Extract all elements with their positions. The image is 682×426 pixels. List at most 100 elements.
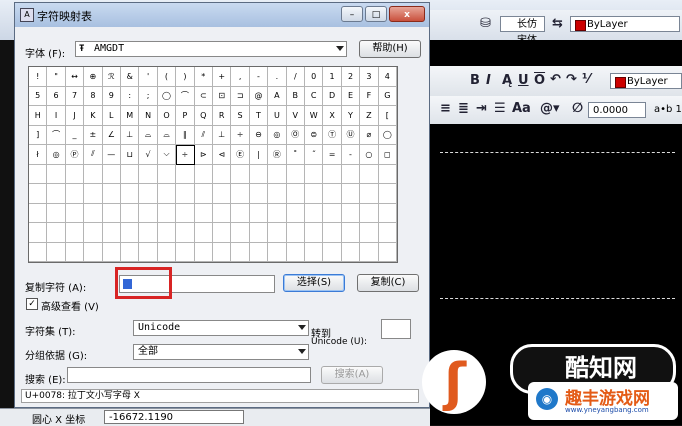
char-cell[interactable]: R <box>212 106 232 126</box>
font-combo[interactable]: 长仿宋体 <box>500 16 545 46</box>
char-cell[interactable] <box>65 164 85 184</box>
char-cell[interactable] <box>157 242 177 262</box>
char-cell[interactable]: * <box>194 67 213 87</box>
char-cell[interactable] <box>84 184 103 204</box>
char-cell[interactable]: [ <box>378 106 397 126</box>
char-cell[interactable]: ⊡ <box>212 86 232 106</box>
char-cell[interactable]: ◎ <box>47 145 66 165</box>
char-cell[interactable]: ℛ <box>102 67 121 87</box>
char-cell[interactable]: Ⓔ <box>231 145 250 165</box>
char-cell[interactable] <box>84 164 103 184</box>
char-cell[interactable]: E <box>341 86 361 106</box>
char-cell[interactable]: Y <box>341 106 361 126</box>
char-cell[interactable]: V <box>286 106 305 126</box>
char-cell[interactable] <box>212 164 232 184</box>
char-cell[interactable]: I <box>47 106 66 126</box>
char-cell[interactable] <box>102 242 121 262</box>
char-cell[interactable] <box>102 203 121 223</box>
char-cell[interactable] <box>249 164 269 184</box>
char-cell[interactable] <box>120 203 140 223</box>
char-cell[interactable]: + <box>212 67 232 87</box>
char-cell[interactable]: ⊐ <box>231 86 250 106</box>
char-cell[interactable] <box>286 203 305 223</box>
char-cell[interactable] <box>341 203 361 223</box>
help-button[interactable]: 帮助(H) <box>359 40 421 58</box>
char-cell[interactable] <box>286 184 305 204</box>
char-cell[interactable]: ( <box>157 67 177 87</box>
char-cell[interactable]: B <box>286 86 305 106</box>
char-cell[interactable] <box>157 184 177 204</box>
char-cell[interactable]: ◯ <box>378 125 397 145</box>
char-cell[interactable]: ⫽ <box>194 125 213 145</box>
char-cell[interactable] <box>84 203 103 223</box>
char-cell[interactable]: ⊕ <box>84 67 103 87</box>
char-cell[interactable]: ) <box>176 67 195 87</box>
char-cell[interactable]: S <box>231 106 250 126</box>
char-cell[interactable]: ∠ <box>102 125 121 145</box>
char-cell[interactable]: H <box>29 106 48 126</box>
char-cell[interactable] <box>157 164 177 184</box>
char-cell[interactable] <box>120 164 140 184</box>
char-cell[interactable] <box>212 184 232 204</box>
char-cell[interactable] <box>268 242 287 262</box>
char-cell[interactable] <box>139 242 158 262</box>
bylayer-combo-text[interactable]: ByLayer <box>610 73 682 89</box>
char-cell[interactable] <box>378 223 397 243</box>
char-cell[interactable]: ⊖ <box>249 125 269 145</box>
char-cell[interactable] <box>157 203 177 223</box>
char-cell[interactable]: Z <box>360 106 379 126</box>
char-cell[interactable] <box>212 242 232 262</box>
char-cell[interactable]: ⊲ <box>212 145 232 165</box>
char-cell[interactable] <box>304 203 324 223</box>
char-cell[interactable] <box>360 223 379 243</box>
char-cell[interactable] <box>286 164 305 184</box>
close-button[interactable]: x <box>389 6 425 22</box>
character-grid[interactable]: ! " ↔ ⊕ ℛ & '() * +, -./0 1 2 3 4 5 6 7 8 9:; ◯ ⌒ ⊂ ⊡ ⊐ @ A B C D E F G… <box>28 66 398 263</box>
list-icon[interactable]: ☰ <box>494 101 506 116</box>
advanced-view-checkbox[interactable]: ✓ <box>26 298 38 310</box>
copy-button[interactable]: 复制(C) <box>357 274 419 292</box>
char-cell[interactable]: ⌵ <box>157 145 177 165</box>
char-cell[interactable] <box>176 223 195 243</box>
char-cell[interactable] <box>323 164 342 184</box>
char-cell[interactable]: ; <box>139 86 158 106</box>
select-button[interactable]: 选择(S) <box>283 274 345 292</box>
oblique-icon[interactable]: ∅ <box>572 101 583 116</box>
char-cell[interactable] <box>139 184 158 204</box>
char-cell[interactable]: Ⓟ <box>65 145 85 165</box>
underline-icon[interactable]: U <box>518 73 529 88</box>
char-cell[interactable]: @ <box>249 86 269 106</box>
char-cell[interactable]: ◻ <box>378 145 397 165</box>
char-cell[interactable]: 5 <box>29 86 48 106</box>
char-cell[interactable]: = <box>323 145 342 165</box>
char-cell[interactable]: 9 <box>102 86 121 106</box>
goto-unicode-input[interactable] <box>381 319 411 339</box>
char-cell[interactable]: ] <box>29 125 48 145</box>
char-cell[interactable] <box>231 242 250 262</box>
char-cell[interactable] <box>249 203 269 223</box>
char-cell[interactable] <box>249 242 269 262</box>
char-cell[interactable]: X <box>323 106 342 126</box>
char-cell[interactable] <box>304 164 324 184</box>
undo-icon[interactable]: ↶ <box>550 72 561 87</box>
char-cell[interactable]: - <box>249 67 269 87</box>
char-cell[interactable] <box>120 184 140 204</box>
group-by-select[interactable]: 全部 <box>133 344 309 360</box>
char-cell[interactable] <box>47 242 66 262</box>
char-cell[interactable]: , <box>231 67 250 87</box>
char-cell[interactable]: O <box>157 106 177 126</box>
char-cell[interactable] <box>65 242 85 262</box>
char-cell[interactable] <box>360 242 379 262</box>
char-cell[interactable]: N <box>139 106 158 126</box>
char-cell[interactable] <box>102 223 121 243</box>
char-cell[interactable] <box>231 203 250 223</box>
search-button[interactable]: 搜索(A) <box>321 366 383 384</box>
char-cell[interactable]: Ⓤ <box>341 125 361 145</box>
char-cell[interactable]: 7 <box>65 86 85 106</box>
char-cell[interactable]: ˚ <box>286 145 305 165</box>
char-cell[interactable] <box>29 242 48 262</box>
char-cell[interactable] <box>341 223 361 243</box>
char-cell[interactable]: ⊔ <box>120 145 140 165</box>
char-cell[interactable]: Q <box>194 106 213 126</box>
char-cell[interactable]: . <box>268 67 287 87</box>
